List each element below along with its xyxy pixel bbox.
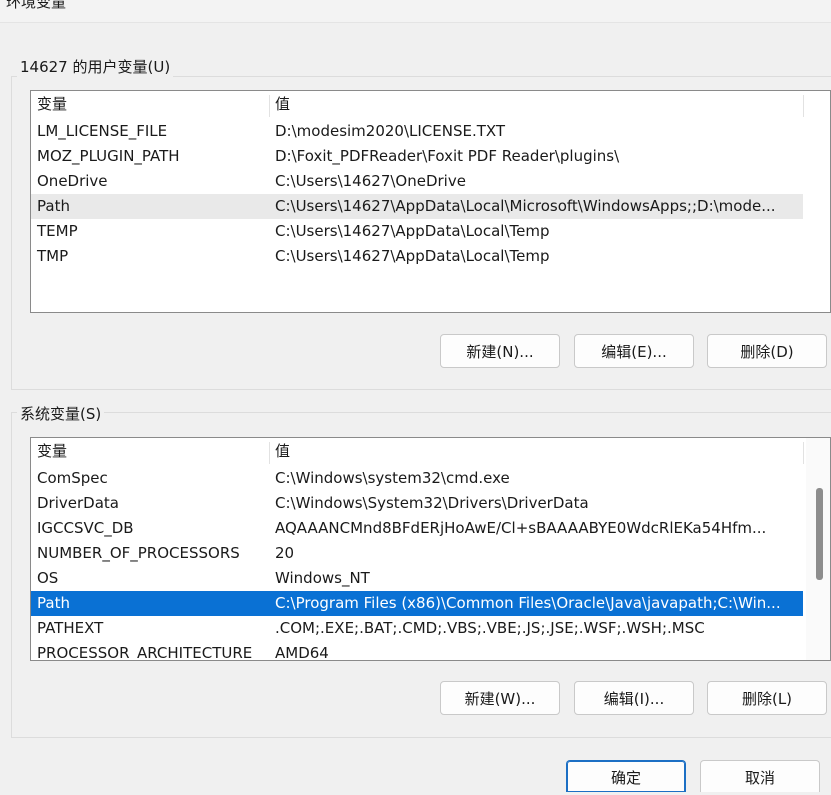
- list-item-selected[interactable]: Path C:\Program Files (x86)\Common Files…: [31, 591, 803, 616]
- variable-value: C:\Users\14627\OneDrive: [275, 172, 466, 190]
- variable-name: DriverData: [37, 494, 119, 512]
- variable-name: ComSpec: [37, 469, 108, 487]
- cancel-button[interactable]: 取消: [700, 760, 820, 792]
- variable-name: TMP: [37, 247, 69, 265]
- variable-value: C:\Windows\system32\cmd.exe: [275, 469, 510, 487]
- list-item[interactable]: TEMP C:\Users\14627\AppData\Local\Temp: [31, 219, 803, 244]
- variable-value: C:\Users\14627\AppData\Local\Temp: [275, 222, 550, 240]
- user-variables-label: 14627 的用户变量(U): [17, 56, 174, 77]
- list-item[interactable]: OneDrive C:\Users\14627\OneDrive: [31, 169, 803, 194]
- list-item[interactable]: TMP C:\Users\14627\AppData\Local\Temp: [31, 244, 803, 269]
- system-variables-list[interactable]: 变量 值 ComSpec C:\Windows\system32\cmd.exe…: [30, 437, 831, 661]
- list-item[interactable]: OS Windows_NT: [31, 566, 803, 591]
- column-separator[interactable]: [803, 442, 804, 464]
- column-header-value[interactable]: 值: [275, 91, 290, 118]
- column-header-variable[interactable]: 变量: [37, 91, 67, 118]
- variable-name: LM_LICENSE_FILE: [37, 122, 168, 140]
- system-variables-label: 系统变量(S): [17, 403, 105, 424]
- variable-name: Path: [37, 197, 70, 215]
- variable-name: MOZ_PLUGIN_PATH: [37, 147, 180, 165]
- window-title: 环境变量: [6, 0, 67, 11]
- user-variables-list[interactable]: 变量 值 LM_LICENSE_FILE D:\modesim2020\LICE…: [30, 90, 831, 313]
- variable-name: OS: [37, 569, 59, 587]
- variable-name: NUMBER_OF_PROCESSORS: [37, 544, 240, 562]
- scrollbar-thumb[interactable]: [816, 488, 823, 580]
- variable-value: AQAAANCMnd8BFdERjHoAwE/Cl+sBAAAABYE0WdcR…: [275, 519, 767, 537]
- ok-button[interactable]: 确定: [566, 760, 686, 792]
- list-header: 变量 值: [31, 438, 830, 465]
- system-edit-button[interactable]: 编辑(I)...: [574, 681, 694, 715]
- variable-value: D:\Foxit_PDFReader\Foxit PDF Reader\plug…: [275, 147, 620, 165]
- title-bar: 环境变量: [0, 0, 831, 23]
- variable-value: C:\Program Files (x86)\Common Files\Orac…: [275, 594, 781, 612]
- list-item[interactable]: ComSpec C:\Windows\system32\cmd.exe: [31, 466, 803, 491]
- variable-value: Windows_NT: [275, 569, 370, 587]
- system-delete-button[interactable]: 删除(L): [707, 681, 827, 715]
- variable-name: TEMP: [37, 222, 78, 240]
- user-edit-button[interactable]: 编辑(E)...: [574, 334, 694, 368]
- column-header-value[interactable]: 值: [275, 438, 290, 465]
- column-header-variable[interactable]: 变量: [37, 438, 67, 465]
- column-separator[interactable]: [269, 95, 270, 117]
- variable-value: C:\Users\14627\AppData\Local\Temp: [275, 247, 550, 265]
- list-item[interactable]: PROCESSOR_ARCHITECTURE AMD64: [31, 641, 803, 661]
- variable-value: AMD64: [275, 644, 329, 661]
- column-separator[interactable]: [269, 442, 270, 464]
- list-item[interactable]: NUMBER_OF_PROCESSORS 20: [31, 541, 803, 566]
- list-item[interactable]: MOZ_PLUGIN_PATH D:\Foxit_PDFReader\Foxit…: [31, 144, 803, 169]
- variable-name: IGCCSVC_DB: [37, 519, 134, 537]
- variable-value: 20: [275, 544, 295, 562]
- list-item[interactable]: IGCCSVC_DB AQAAANCMnd8BFdERjHoAwE/Cl+sBA…: [31, 516, 803, 541]
- list-item[interactable]: DriverData C:\Windows\System32\Drivers\D…: [31, 491, 803, 516]
- list-header: 变量 值: [31, 91, 830, 118]
- user-new-button[interactable]: 新建(N)...: [440, 334, 560, 368]
- variable-value: D:\modesim2020\LICENSE.TXT: [275, 122, 506, 140]
- system-new-button[interactable]: 新建(W)...: [440, 681, 560, 715]
- list-item[interactable]: PATHEXT .COM;.EXE;.BAT;.CMD;.VBS;.VBE;.J…: [31, 616, 803, 641]
- variable-value: C:\Users\14627\AppData\Local\Microsoft\W…: [275, 197, 776, 215]
- column-separator[interactable]: [803, 95, 804, 117]
- vertical-scrollbar[interactable]: [806, 438, 830, 660]
- list-item-selected[interactable]: Path C:\Users\14627\AppData\Local\Micros…: [31, 194, 803, 219]
- user-delete-button[interactable]: 删除(D): [707, 334, 827, 368]
- variable-name: PROCESSOR_ARCHITECTURE: [37, 644, 253, 661]
- variable-name: PATHEXT: [37, 619, 104, 637]
- variable-value: .COM;.EXE;.BAT;.CMD;.VBS;.VBE;.JS;.JSE;.…: [275, 619, 705, 637]
- variable-value: C:\Windows\System32\Drivers\DriverData: [275, 494, 589, 512]
- list-item[interactable]: LM_LICENSE_FILE D:\modesim2020\LICENSE.T…: [31, 119, 803, 144]
- variable-name: Path: [37, 594, 70, 612]
- variable-name: OneDrive: [37, 172, 108, 190]
